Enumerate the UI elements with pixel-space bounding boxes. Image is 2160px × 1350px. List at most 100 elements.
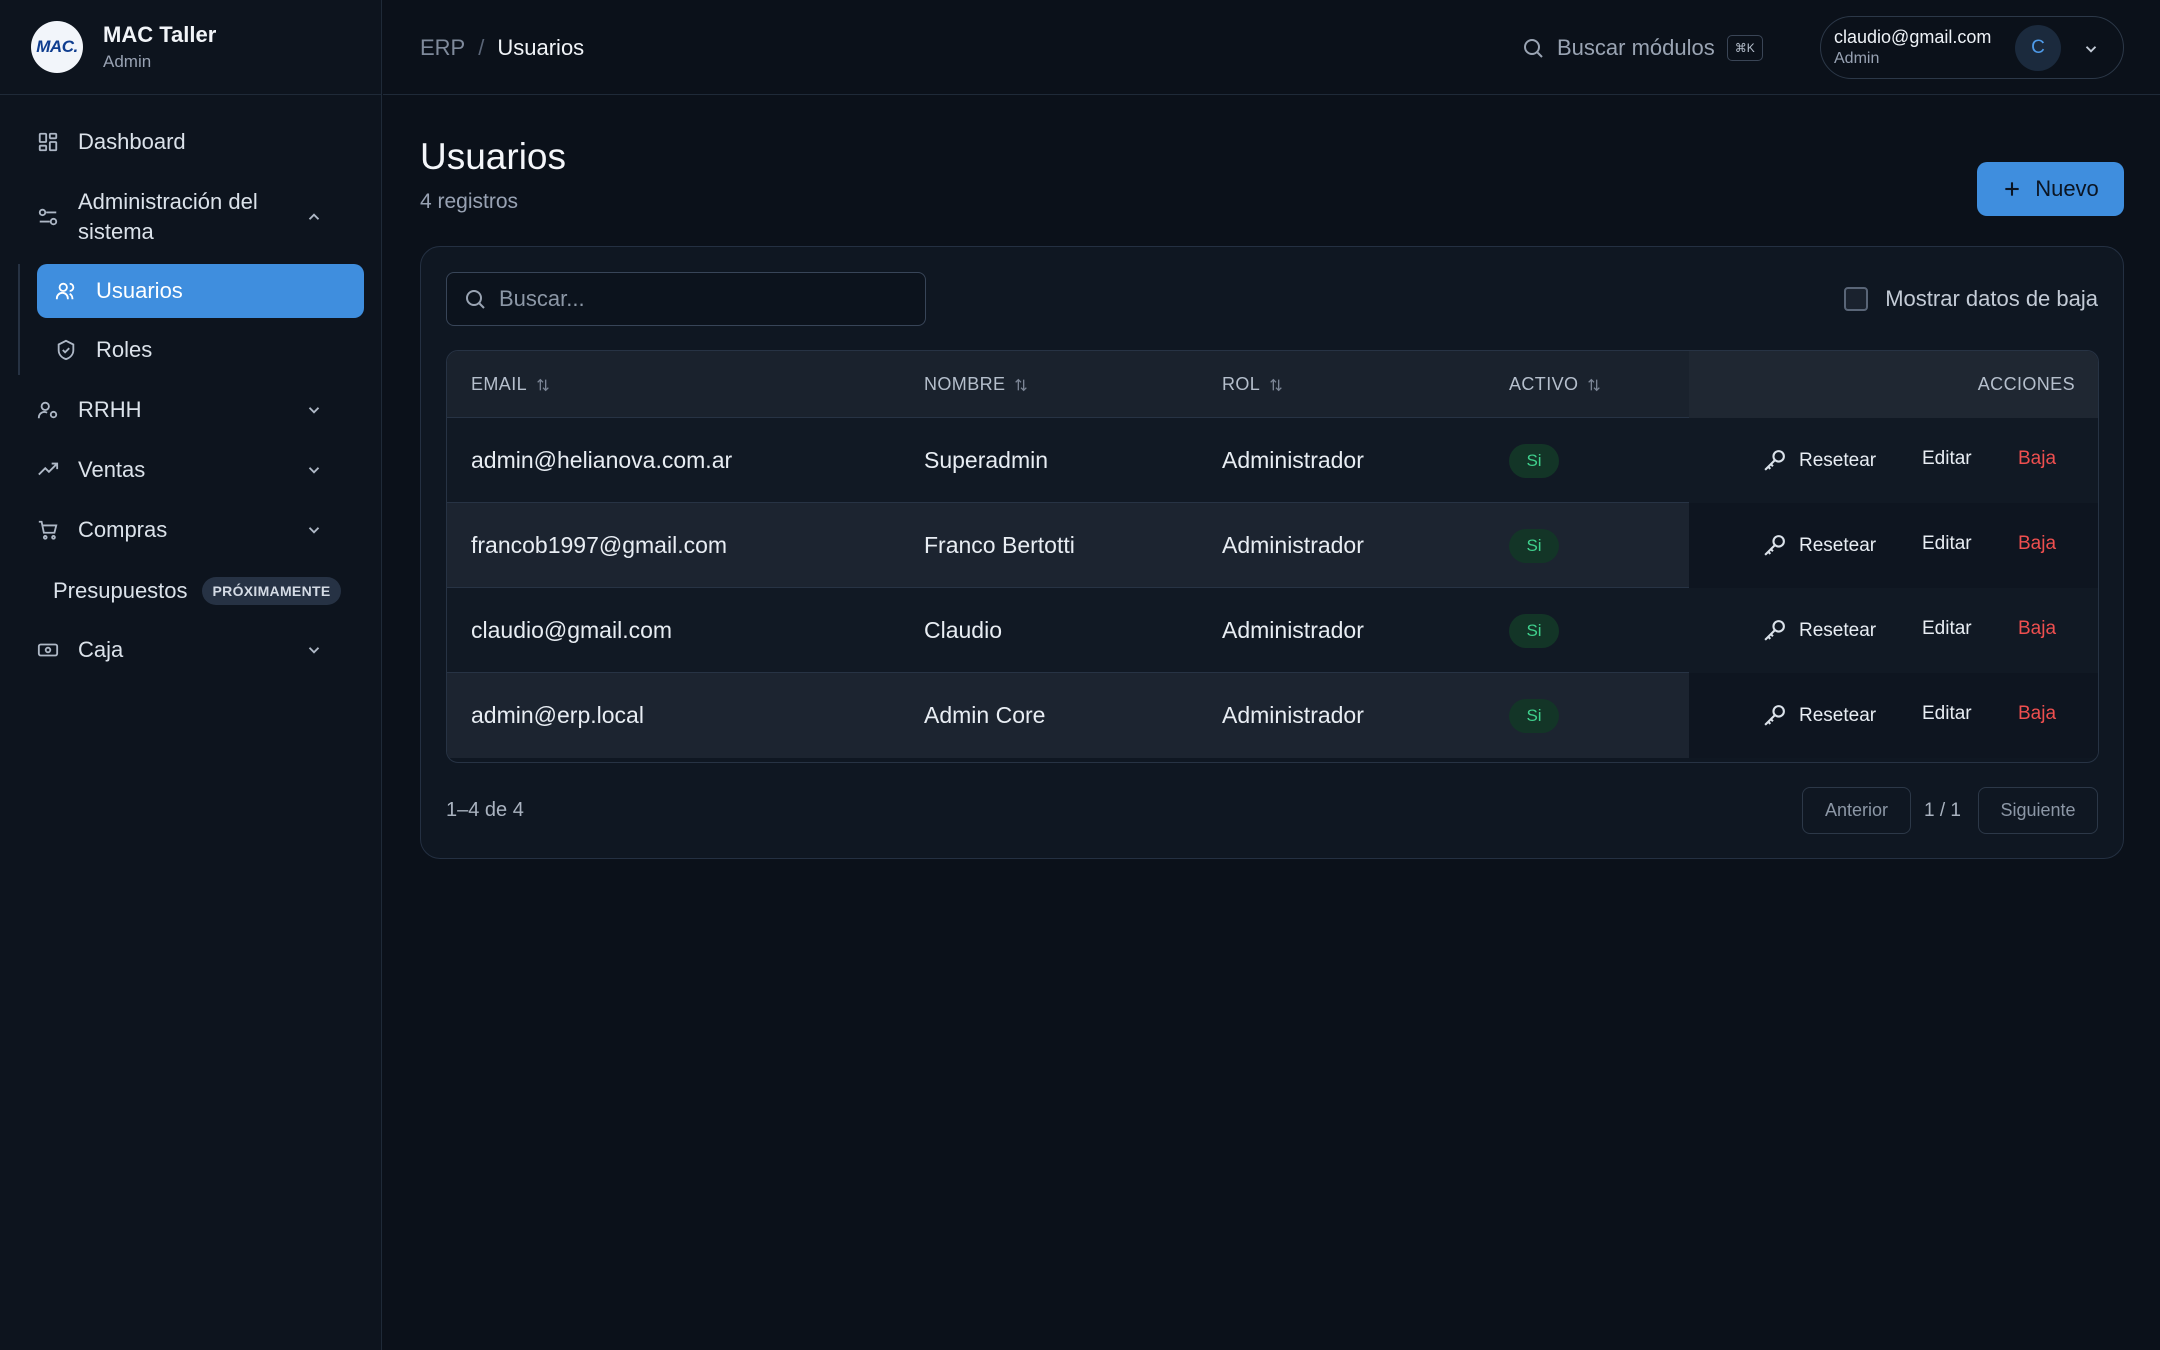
column-header-nombre[interactable]: NOMBRE <box>924 374 1029 395</box>
sidebar-item-admin[interactable]: Administración del sistema <box>37 187 345 247</box>
next-page-button[interactable]: Siguiente <box>1978 787 2098 834</box>
sidebar-item-label: RRHH <box>78 397 142 422</box>
brand-logo[interactable]: MAC. <box>31 21 83 73</box>
new-button[interactable]: Nuevo <box>1977 162 2124 216</box>
column-header-activo[interactable]: ACTIVO <box>1509 374 1602 395</box>
sidebar-item-dashboard[interactable]: Dashboard <box>37 129 345 155</box>
coming-soon-badge: PRÓXIMAMENTE <box>201 577 342 605</box>
status-badge: Si <box>1509 699 1559 733</box>
sidebar-item-label: Usuarios <box>96 278 183 303</box>
sidebar-item-label: Caja <box>78 637 124 662</box>
show-deleted-toggle[interactable]: Mostrar datos de baja <box>1844 286 2098 312</box>
key-icon <box>1762 703 1787 728</box>
chevron-down-icon[interactable] <box>305 521 323 539</box>
key-icon <box>1762 533 1787 558</box>
submenu-line <box>18 264 20 375</box>
search-icon <box>463 287 487 311</box>
page-indicator: 1 / 1 <box>1924 800 1961 821</box>
table-row: admin@erp.local Admin Core Administrador… <box>447 673 2098 758</box>
edit-button[interactable]: Editar <box>1922 533 1972 555</box>
users-card: Mostrar datos de baja EMAIL NOMBRE ROL A… <box>420 246 2124 859</box>
brand-role: Admin <box>103 52 152 71</box>
sidebar-item-roles[interactable]: Roles <box>37 323 364 377</box>
search-input[interactable] <box>499 286 919 312</box>
sidebar-item-ventas[interactable]: Ventas <box>37 457 345 483</box>
show-deleted-label: Mostrar datos de baja <box>1885 286 2098 311</box>
user-menu[interactable]: claudio@gmail.com Admin C <box>1820 16 2124 79</box>
reset-password-button[interactable]: Resetear <box>1762 618 1876 643</box>
reset-password-button[interactable]: Resetear <box>1762 533 1876 558</box>
sidebar-item-label: Presupuestos <box>53 578 188 603</box>
sidebar-item-rrhh[interactable]: RRHH <box>37 397 345 423</box>
column-header-email[interactable]: EMAIL <box>471 374 551 395</box>
keyboard-shortcut: ⌘K <box>1726 35 1763 61</box>
reset-password-button[interactable]: Resetear <box>1762 703 1876 728</box>
cell-rol: Administrador <box>1222 617 1364 643</box>
cell-nombre: Admin Core <box>924 702 1046 728</box>
cell-nombre: Superadmin <box>924 447 1049 473</box>
brand-name: MAC Taller <box>103 22 217 47</box>
edit-button[interactable]: Editar <box>1922 618 1972 640</box>
show-deleted-checkbox[interactable] <box>1844 287 1869 311</box>
topbar: ERP / Usuarios Buscar módulos ⌘K claudio… <box>383 0 2160 95</box>
edit-button[interactable]: Editar <box>1922 448 1972 470</box>
cell-nombre: Franco Bertotti <box>924 532 1075 558</box>
breadcrumb: ERP / Usuarios <box>420 35 584 61</box>
sidebar-item-compras[interactable]: Compras <box>37 517 345 543</box>
reset-password-button[interactable]: Resetear <box>1762 448 1876 473</box>
avatar: C <box>2015 25 2061 71</box>
pagination-info: 1–4 de 4 <box>446 799 524 821</box>
column-header-rol[interactable]: ROL <box>1222 374 1284 395</box>
cell-nombre: Claudio <box>924 617 1002 643</box>
chevron-down-icon[interactable] <box>305 461 323 479</box>
user-cog-icon <box>37 399 59 421</box>
brand: MAC. MAC Taller Admin <box>0 0 381 95</box>
status-badge: Si <box>1509 529 1559 563</box>
sidebar-item-presupuestos[interactable]: Presupuestos PRÓXIMAMENTE <box>53 577 345 605</box>
search-icon <box>1521 36 1545 60</box>
sidebar-item-label: Dashboard <box>78 129 186 154</box>
cash-icon <box>37 639 59 661</box>
module-search-button[interactable]: Buscar módulos ⌘K <box>1521 35 1763 61</box>
chevron-down-icon <box>2082 40 2100 58</box>
sidebar-item-label: Ventas <box>78 457 146 482</box>
sidebar-item-label: Compras <box>78 517 168 542</box>
table-row: admin@helianova.com.ar Superadmin Admini… <box>447 418 2098 503</box>
chevron-up-icon[interactable] <box>305 208 323 226</box>
breadcrumb-separator: / <box>478 35 485 60</box>
edit-button[interactable]: Editar <box>1922 703 1972 725</box>
plus-icon <box>2002 179 2022 199</box>
status-badge: Si <box>1509 614 1559 648</box>
delete-button[interactable]: Baja <box>2018 703 2056 725</box>
user-role: Admin <box>1834 50 1880 67</box>
sort-icon <box>535 377 551 393</box>
sidebar-item-usuarios[interactable]: Usuarios <box>37 264 364 318</box>
breadcrumb-current: Usuarios <box>497 35 585 60</box>
cell-rol: Administrador <box>1222 532 1364 558</box>
user-email: claudio@gmail.com <box>1834 27 1992 47</box>
cart-icon <box>37 519 59 541</box>
page-title: Usuarios <box>420 136 566 177</box>
chevron-down-icon[interactable] <box>305 401 323 419</box>
delete-button[interactable]: Baja <box>2018 533 2056 555</box>
key-icon <box>1762 448 1787 473</box>
delete-button[interactable]: Baja <box>2018 448 2056 470</box>
sliders-icon <box>37 206 59 228</box>
record-count: 4 registros <box>420 190 519 213</box>
breadcrumb-root[interactable]: ERP <box>420 35 465 61</box>
previous-page-button[interactable]: Anterior <box>1802 787 1911 834</box>
shield-check-icon <box>55 339 77 361</box>
table-header: EMAIL NOMBRE ROL ACTIVO ACCIONES <box>447 351 2098 418</box>
cell-email: francob1997@gmail.com <box>471 532 728 558</box>
users-table: EMAIL NOMBRE ROL ACTIVO ACCIONES admin@h… <box>446 350 2099 763</box>
sidebar-item-label: Administración del sistema <box>78 189 258 244</box>
sort-icon <box>1013 377 1029 393</box>
delete-button[interactable]: Baja <box>2018 618 2056 640</box>
sort-icon <box>1268 377 1284 393</box>
chevron-down-icon[interactable] <box>305 641 323 659</box>
trending-up-icon <box>37 459 59 481</box>
cell-rol: Administrador <box>1222 447 1364 473</box>
users-icon <box>55 280 77 302</box>
sidebar-item-caja[interactable]: Caja <box>37 637 345 663</box>
cell-email: admin@erp.local <box>471 702 644 728</box>
